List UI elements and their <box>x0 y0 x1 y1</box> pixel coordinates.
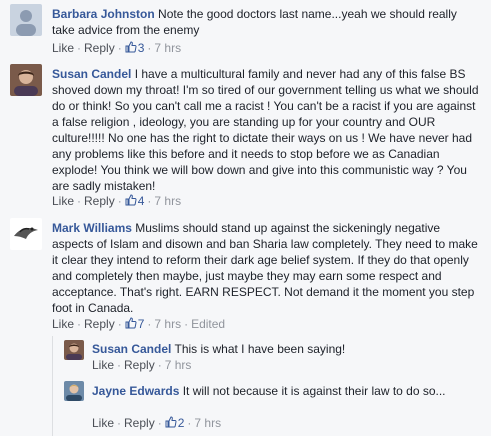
thumbs-up-icon <box>125 41 137 53</box>
reply-body: Susan Candel This is what I have been sa… <box>92 341 487 357</box>
like-count: 7 <box>137 317 145 331</box>
timestamp[interactable]: 7 hrs <box>154 317 181 331</box>
reply-link[interactable]: Reply <box>124 358 155 372</box>
author-name[interactable]: Susan Candel <box>52 67 131 81</box>
reaction-count[interactable]: 3 <box>125 41 145 55</box>
avatar[interactable] <box>10 218 42 250</box>
like-link[interactable]: Like <box>92 416 114 430</box>
reply-actions: Like · Reply · 2 · 7 hrs <box>92 416 222 430</box>
timestamp[interactable]: 7 hrs <box>154 41 181 55</box>
avatar[interactable] <box>64 381 84 401</box>
author-name[interactable]: Mark Williams <box>52 221 132 235</box>
avatar[interactable] <box>64 340 84 360</box>
avatar[interactable] <box>10 64 42 96</box>
like-link[interactable]: Like <box>52 194 74 208</box>
reply: Jayne Edwards It will not because it is … <box>52 378 491 436</box>
author-name[interactable]: Susan Candel <box>92 342 171 356</box>
reply-text: It will not because it is against their … <box>182 384 446 398</box>
reply-text: This is what I have been saying! <box>174 342 346 356</box>
like-link[interactable]: Like <box>92 358 114 372</box>
comment-actions: Like · Reply · 7 · 7 hrs · Edited <box>52 317 226 331</box>
comment: Susan Candel I have a multicultural fami… <box>0 58 491 212</box>
reply-link[interactable]: Reply <box>84 41 115 55</box>
author-name[interactable]: Barbara Johnston <box>52 7 155 21</box>
like-count: 2 <box>177 416 185 430</box>
comment-actions: Like · Reply · 3 · 7 hrs <box>52 41 182 55</box>
thumbs-up-icon <box>165 416 177 428</box>
author-name[interactable]: Jayne Edwards <box>92 384 179 398</box>
comment-actions: Like · Reply · 4 · 7 hrs <box>52 194 182 208</box>
comment-body: Barbara Johnston Note the good doctors l… <box>52 6 482 38</box>
like-count: 3 <box>137 41 145 55</box>
reply-actions: Like · Reply · 7 hrs <box>92 358 192 372</box>
reply-body: Jayne Edwards It will not because it is … <box>92 383 474 399</box>
comment-body: Mark Williams Muslims should stand up ag… <box>52 220 484 316</box>
timestamp[interactable]: 7 hrs <box>165 358 192 372</box>
comment-text: Muslims should stand up against the sick… <box>52 221 478 315</box>
edited-label[interactable]: Edited <box>191 317 225 331</box>
reply-link[interactable]: Reply <box>84 194 115 208</box>
comment-body: Susan Candel I have a multicultural fami… <box>52 66 484 194</box>
reaction-count[interactable]: 7 <box>125 317 145 331</box>
like-link[interactable]: Like <box>52 41 74 55</box>
comment: Mark Williams Muslims should stand up ag… <box>0 212 491 336</box>
reply-link[interactable]: Reply <box>84 317 115 331</box>
reaction-count[interactable]: 2 <box>165 416 185 430</box>
reaction-count[interactable]: 4 <box>125 194 145 208</box>
comment: Barbara Johnston Note the good doctors l… <box>0 0 491 58</box>
avatar[interactable] <box>10 4 42 36</box>
reply-link[interactable]: Reply <box>124 416 155 430</box>
like-link[interactable]: Like <box>52 317 74 331</box>
timestamp[interactable]: 7 hrs <box>154 194 181 208</box>
reply: Susan Candel This is what I have been sa… <box>52 336 491 378</box>
comment-text: I have a multicultural family and never … <box>52 67 479 193</box>
like-count: 4 <box>137 194 145 208</box>
thumbs-up-icon <box>125 317 137 329</box>
timestamp[interactable]: 7 hrs <box>194 416 221 430</box>
thumbs-up-icon <box>125 194 137 206</box>
